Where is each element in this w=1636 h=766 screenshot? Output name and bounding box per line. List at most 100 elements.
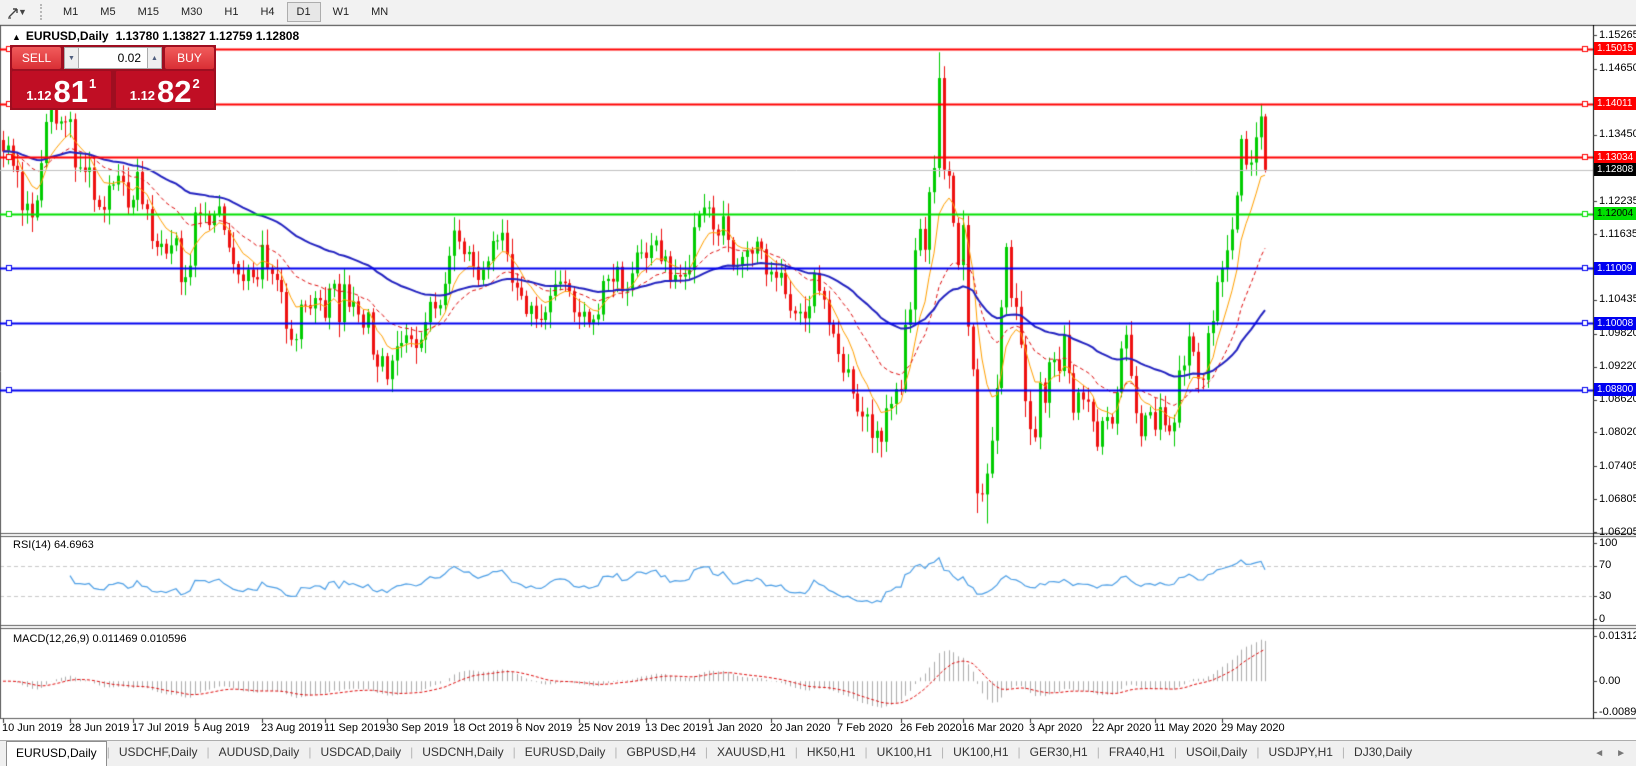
price-axis-label: 1.15265 (1599, 28, 1636, 41)
sell-price-big: 81 (53, 74, 89, 109)
macd-indicator-label: MACD(12,26,9) 0.011469 0.010596 (13, 633, 187, 645)
cursor-tool-button[interactable]: ▼ (2, 2, 32, 22)
date-axis-label: 5 Aug 2019 (194, 722, 250, 734)
date-axis-label: 20 Jan 2020 (770, 722, 831, 734)
collapse-triangle-icon[interactable]: ▲ (12, 32, 21, 42)
chart-tab-0[interactable]: EURUSD,Daily (6, 741, 107, 766)
date-axis-label: 13 Dec 2019 (645, 722, 708, 734)
timeframe-button-m15[interactable]: M15 (128, 2, 169, 22)
chart-tab-11[interactable]: GER30,H1 (1021, 741, 1097, 766)
price-axis-label: 1.11635 (1599, 227, 1636, 240)
chart-tab-bar: EURUSD,Daily | USDCHF,Daily | AUDUSD,Daily | U… (0, 740, 1636, 766)
chart-tab-1[interactable]: USDCHF,Daily (110, 741, 207, 766)
volume-increase-button[interactable]: ▲ (147, 47, 162, 69)
date-axis-label: 16 Mar 2020 (962, 722, 1024, 734)
date-axis-label: 11 May 2020 (1154, 722, 1217, 734)
buy-price-display[interactable]: 1.12 82 2 (115, 71, 214, 109)
price-line-badge: 1.15015 (1594, 42, 1636, 56)
buy-price-prefix: 1.12 (129, 88, 156, 103)
chart-title: ▲ EURUSD,Daily 1.13780 1.13827 1.12759 1.1… (12, 29, 299, 43)
price-line-badge: 1.11009 (1594, 261, 1636, 275)
buy-price-sup: 2 (192, 76, 200, 91)
sell-price-sup: 1 (89, 76, 97, 91)
price-axis-label: 1.12235 (1599, 194, 1636, 207)
price-line-badge: 1.13034 (1594, 150, 1636, 164)
chart-tab-7[interactable]: XAUUSD,H1 (708, 741, 795, 766)
chart-tab-3[interactable]: USDCAD,Daily (311, 741, 410, 766)
current-price-badge: 1.12808 (1594, 163, 1636, 177)
rsi-axis-label: 70 (1599, 559, 1612, 572)
chart-tab-14[interactable]: USDJPY,H1 (1259, 741, 1341, 766)
rsi-axis-label: 30 (1599, 589, 1612, 602)
top-toolbar: ▼ M1 M5 M15 M30 H1 H4 D1 W1 MN (0, 0, 1636, 25)
chart-tab-9[interactable]: UK100,H1 (868, 741, 941, 766)
price-axis-label: 1.10435 (1599, 293, 1636, 306)
chart-tabs: EURUSD,Daily | USDCHF,Daily | AUDUSD,Daily | U… (0, 741, 1421, 766)
sell-button[interactable]: SELL (12, 47, 61, 69)
chart-tab-6[interactable]: GBPUSD,H4 (618, 741, 705, 766)
chart-tab-10[interactable]: UK100,H1 (944, 741, 1017, 766)
main-chart-canvas[interactable] (0, 0, 1636, 765)
timeframe-button-h4[interactable]: H4 (250, 2, 284, 22)
date-axis-label: 3 Apr 2020 (1029, 722, 1083, 734)
price-line-badge: 1.12004 (1594, 207, 1636, 221)
date-axis-label: 6 Nov 2019 (516, 722, 573, 734)
chart-tab-15[interactable]: DJ30,Daily (1345, 741, 1421, 766)
macd-axis-label: -0.00893 (1599, 705, 1636, 718)
date-axis-label: 10 Jun 2019 (2, 722, 63, 734)
price-axis-label: 1.14650 (1599, 62, 1636, 75)
date-axis-label: 25 Nov 2019 (578, 722, 641, 734)
tabs-scroll-left-icon[interactable]: ◄ (1594, 748, 1604, 759)
date-axis-label: 30 Sep 2019 (386, 722, 449, 734)
sell-price-display[interactable]: 1.12 81 1 (12, 71, 111, 108)
chevron-down-icon: ▼ (18, 7, 27, 17)
timeframe-button-m1[interactable]: M1 (53, 2, 88, 22)
date-axis-label: 29 May 2020 (1221, 722, 1285, 734)
timeframe-button-group: M1 M5 M15 M30 H1 H4 D1 W1 MN (52, 2, 399, 22)
timeframe-button-w1[interactable]: W1 (323, 2, 360, 22)
volume-field[interactable]: 0.02 (79, 47, 147, 69)
chart-tab-8[interactable]: HK50,H1 (798, 741, 865, 766)
sell-price-prefix: 1.12 (26, 88, 52, 103)
toolbar-grip-handle[interactable] (40, 4, 42, 20)
date-axis-label: 17 Jul 2019 (132, 722, 189, 734)
chart-ohlc-values: 1.13780 1.13827 1.12759 1.12808 (115, 29, 300, 43)
date-axis-label: 28 Jun 2019 (69, 722, 130, 734)
date-axis-label: 1 Jan 2020 (708, 722, 763, 734)
macd-axis-label: 0.013121 (1599, 629, 1636, 642)
chart-tab-4[interactable]: USDCNH,Daily (413, 741, 512, 766)
macd-axis-label: 0.00 (1599, 674, 1621, 687)
price-axis-label: 1.08020 (1599, 425, 1636, 438)
price-axis-label: 1.13450 (1599, 128, 1636, 141)
timeframe-button-h1[interactable]: H1 (214, 2, 248, 22)
price-line-badge: 1.14011 (1594, 97, 1636, 111)
one-click-trade-panel: SELL ▼ 0.02 ▲ BUY 1.12 81 1 1.12 82 2 (10, 45, 216, 110)
timeframe-button-d1[interactable]: D1 (286, 2, 321, 22)
rsi-axis-label: 100 (1599, 536, 1618, 549)
price-axis-label: 1.06805 (1599, 492, 1636, 505)
price-line-badge: 1.08800 (1594, 383, 1636, 397)
date-axis-label: 11 Sep 2019 (324, 722, 386, 734)
chart-symbol-label: EURUSD,Daily (25, 29, 109, 43)
chart-tab-5[interactable]: EURUSD,Daily (516, 741, 615, 766)
timeframe-button-m30[interactable]: M30 (171, 2, 212, 22)
date-axis-label: 26 Feb 2020 (900, 722, 962, 734)
rsi-indicator-label: RSI(14) 64.6963 (13, 539, 94, 551)
price-axis-label: 1.09220 (1599, 360, 1636, 373)
price-line-badge: 1.10008 (1594, 316, 1636, 330)
chart-tab-12[interactable]: FRA40,H1 (1100, 741, 1174, 766)
date-axis-label: 23 Aug 2019 (261, 722, 323, 734)
rsi-axis-label: 0 (1599, 612, 1606, 625)
date-axis-label: 7 Feb 2020 (837, 722, 893, 734)
date-axis-label: 22 Apr 2020 (1092, 722, 1152, 734)
buy-price-big: 82 (157, 74, 192, 109)
date-axis-label: 18 Oct 2019 (453, 722, 513, 734)
volume-decrease-button[interactable]: ▼ (64, 47, 79, 69)
buy-button[interactable]: BUY (165, 47, 214, 69)
price-axis-label: 1.07405 (1599, 459, 1636, 472)
tabs-scroll-right-icon[interactable]: ► (1616, 748, 1626, 759)
timeframe-button-mn[interactable]: MN (361, 2, 398, 22)
chart-tab-2[interactable]: AUDUSD,Daily (210, 741, 309, 766)
chart-tab-13[interactable]: USOil,Daily (1177, 741, 1256, 766)
timeframe-button-m5[interactable]: M5 (90, 2, 125, 22)
